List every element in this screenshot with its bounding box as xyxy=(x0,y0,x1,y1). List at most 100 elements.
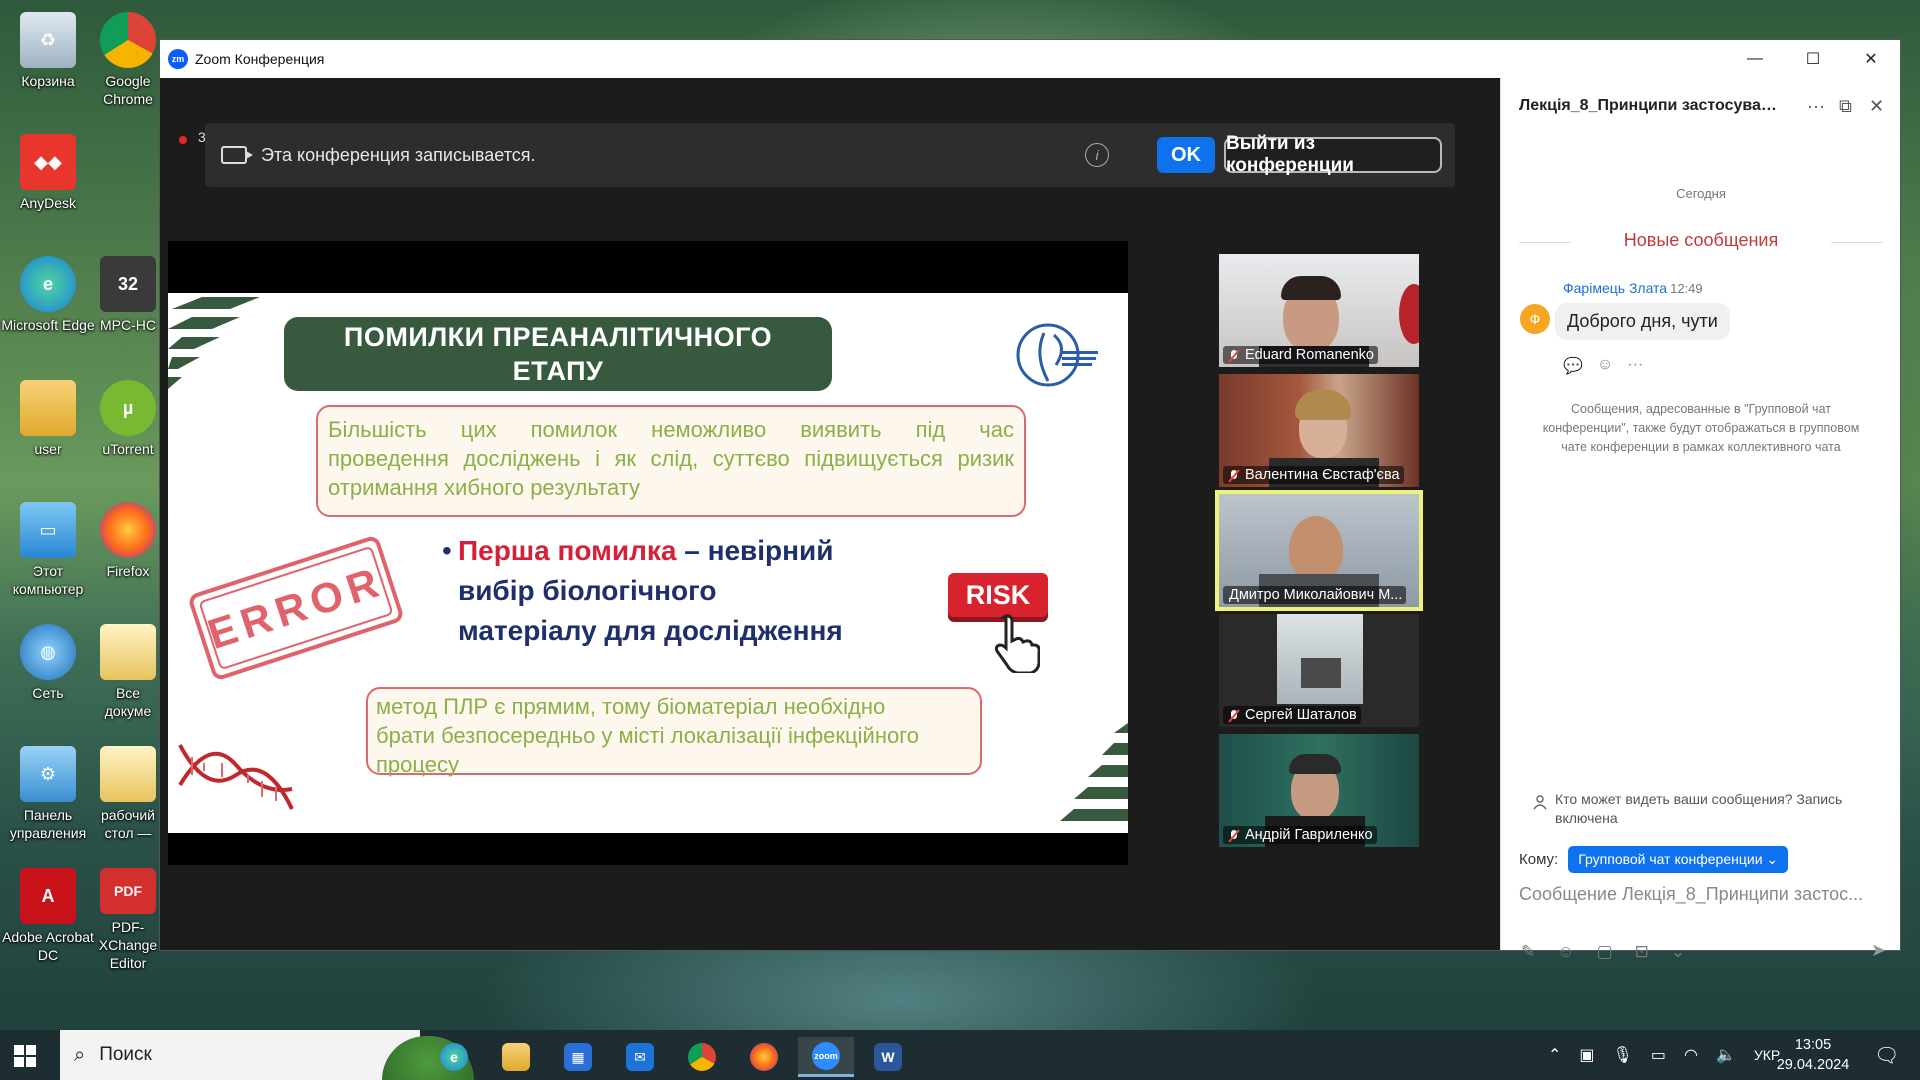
chat-message-bubble[interactable]: Доброго дня, чути xyxy=(1555,303,1730,340)
message-sender[interactable]: Фарімець Злата 12:49 xyxy=(1563,280,1703,296)
chat-message-input[interactable] xyxy=(1519,878,1884,910)
add-reaction-icon[interactable]: ☺ xyxy=(1597,356,1613,376)
search-icon: ⌕ xyxy=(74,1043,86,1066)
slide-title: ПОМИЛКИ ПРЕАНАЛІТИЧНОГО ЕТАПУ xyxy=(284,317,832,391)
store-icon: ▦ xyxy=(564,1043,592,1071)
info-box-pcr: метод ПЛР є прямим, тому біоматеріал нео… xyxy=(366,687,982,777)
taskbar-zoom[interactable]: zoom xyxy=(798,1037,854,1077)
popout-icon[interactable]: ⧉ xyxy=(1839,96,1852,117)
control-panel-icon: ⚙ xyxy=(20,746,76,802)
camera-icon[interactable]: ▣ xyxy=(1579,1045,1594,1065)
send-icon[interactable]: ➤ xyxy=(1871,940,1886,961)
windows-start-icon[interactable] xyxy=(14,1045,36,1067)
desktop-icon-control-panel[interactable]: ⚙ Панель управления xyxy=(0,740,96,850)
participant-tile[interactable]: Сергей Шаталов xyxy=(1219,614,1419,727)
volume-icon[interactable]: 🔈 xyxy=(1716,1045,1736,1065)
pointing-hand-icon xyxy=(994,614,1040,673)
recipient-label: Кому: xyxy=(1519,851,1559,868)
zoom-logo-icon: zm xyxy=(168,49,188,69)
folder-icon xyxy=(502,1043,530,1071)
participant-tile[interactable]: Валентина Євстаф'єва xyxy=(1219,374,1419,487)
reply-icon[interactable]: 💬 xyxy=(1563,356,1583,376)
ok-button[interactable]: OK xyxy=(1157,137,1215,173)
network-icon: ◍ xyxy=(20,624,76,680)
info-icon[interactable]: i xyxy=(1085,143,1109,167)
desktop-icon-network[interactable]: ◍ Сеть xyxy=(0,618,96,728)
participant-tile[interactable]: Eduard Romanenko xyxy=(1219,254,1419,367)
attach-file-icon[interactable]: ▢ xyxy=(1597,942,1613,962)
taskbar-firefox[interactable] xyxy=(736,1037,792,1077)
desktop-icon-acrobat[interactable]: A Adobe Acrobat DC xyxy=(0,862,96,972)
folder-icon xyxy=(100,746,156,802)
desktop-icon-utorrent[interactable]: µ uTorrent xyxy=(96,374,160,484)
participant-tile[interactable]: Андрій Гавриленко xyxy=(1219,734,1419,847)
taskbar-word[interactable]: W xyxy=(860,1037,916,1077)
participant-name-label: Валентина Євстаф'єва xyxy=(1223,466,1404,484)
microphone-icon[interactable]: 🎙 xyxy=(1613,1045,1633,1065)
zoom-icon: zoom xyxy=(812,1041,840,1070)
who-can-see-link[interactable]: Кто может видеть ваши сообщения? Запись … xyxy=(1533,790,1883,828)
utorrent-icon: µ xyxy=(100,380,156,436)
people-icon xyxy=(1533,795,1547,810)
recording-dot-icon xyxy=(179,136,187,144)
close-chat-icon[interactable]: ✕ xyxy=(1869,96,1884,117)
desktop-icon-firefox[interactable]: Firefox xyxy=(96,496,160,606)
taskbar-clock[interactable]: 13:05 29.04.2024 xyxy=(1770,1035,1856,1075)
desktop-icon-desktop-folder[interactable]: рабочий стол — xyxy=(96,740,160,850)
error-stamp-graphic: ERROR xyxy=(186,534,406,682)
dna-helix-icon xyxy=(178,744,294,810)
new-messages-separator: Новые сообщения xyxy=(1623,230,1779,250)
wifi-icon[interactable]: ◠ xyxy=(1684,1045,1698,1065)
notifications-icon[interactable]: 🗨 xyxy=(1874,1043,1899,1068)
search-placeholder: Поиск xyxy=(99,1044,152,1065)
message-time: 12:49 xyxy=(1670,281,1703,296)
desktop-icon-user[interactable]: user xyxy=(0,374,96,484)
mail-icon: ✉ xyxy=(626,1043,654,1071)
desktop-icon-this-pc[interactable]: ▭ Этот компьютер xyxy=(0,496,96,606)
chat-toolbar: ✎ ☺ ▢ ⊡ ⌄ xyxy=(1521,942,1685,962)
window-titlebar[interactable]: zm Zoom Конференция — ☐ ✕ xyxy=(160,40,1900,78)
more-icon[interactable]: ··· xyxy=(1627,356,1643,376)
day-separator: Сегодня xyxy=(1676,186,1726,201)
minimize-button[interactable]: — xyxy=(1726,40,1784,78)
computer-icon: ▭ xyxy=(20,502,76,558)
desktop-icon-pdfxchange[interactable]: PDF PDF-XChange Editor xyxy=(96,862,160,972)
chevron-up-icon[interactable]: ⌃ xyxy=(1548,1045,1561,1065)
info-box-errors: Більшість цих помилок неможливо виявить … xyxy=(316,405,1026,517)
desktop-icon-anydesk[interactable]: ◆◆ AnyDesk xyxy=(0,128,96,238)
desktop-icon-edge[interactable]: e Microsoft Edge xyxy=(0,250,96,360)
screenshot-icon[interactable]: ⊡ xyxy=(1635,942,1649,962)
taskbar-chrome[interactable] xyxy=(674,1037,730,1077)
desktop-icon-recycle-bin[interactable]: ♻ Корзина xyxy=(0,6,96,116)
emoji-icon[interactable]: ☺ xyxy=(1557,942,1574,962)
leave-meeting-button[interactable]: Выйти из конференции xyxy=(1224,133,1442,176)
word-icon: W xyxy=(874,1043,902,1071)
folder-icon xyxy=(20,380,76,436)
taskbar-file-explorer[interactable] xyxy=(488,1037,544,1077)
more-options-icon[interactable]: ··· xyxy=(1807,96,1825,117)
recipient-dropdown[interactable]: Групповой чат конференции ⌄ xyxy=(1568,846,1789,873)
taskbar: ⌕ Поиск e ▦ ✉ zoom W ⌃ ▣ 🎙 ▭ ◠ 🔈 УКР 13:… xyxy=(0,1030,1920,1080)
maximize-button[interactable]: ☐ xyxy=(1784,40,1842,78)
edge-icon: e xyxy=(20,256,76,312)
bullet-first-error: Перша помилка – невірний вибір біологічн… xyxy=(458,535,843,646)
window-title: Zoom Конференция xyxy=(195,51,325,67)
taskbar-edge[interactable]: e xyxy=(426,1037,482,1077)
battery-icon[interactable]: ▭ xyxy=(1651,1045,1666,1065)
taskbar-store[interactable]: ▦ xyxy=(550,1037,606,1077)
chevron-down-icon[interactable]: ⌄ xyxy=(1671,942,1685,962)
taskbar-mail[interactable]: ✉ xyxy=(612,1037,668,1077)
desktop-icon-documents[interactable]: Все докуме xyxy=(96,618,160,728)
taskbar-search[interactable]: ⌕ Поиск xyxy=(60,1030,474,1080)
format-text-icon[interactable]: ✎ xyxy=(1521,942,1535,962)
desktop-icon-chrome[interactable]: Google Chrome xyxy=(96,6,160,116)
pdf-icon: PDF xyxy=(100,868,156,914)
participant-tile-active-speaker[interactable]: Дмитро Миколайович М... xyxy=(1215,490,1423,611)
desktop-icon-mpc[interactable]: 32 MPC-HC xyxy=(96,250,160,360)
firefox-icon xyxy=(750,1043,778,1071)
avatar[interactable]: Ф xyxy=(1520,304,1550,334)
window-controls: — ☐ ✕ xyxy=(1726,40,1900,78)
risk-button-graphic: RISK xyxy=(948,573,1048,617)
meeting-video-area: 3 Эта конференция записывается. i OK Вый… xyxy=(160,78,1500,950)
close-button[interactable]: ✕ xyxy=(1842,40,1900,78)
